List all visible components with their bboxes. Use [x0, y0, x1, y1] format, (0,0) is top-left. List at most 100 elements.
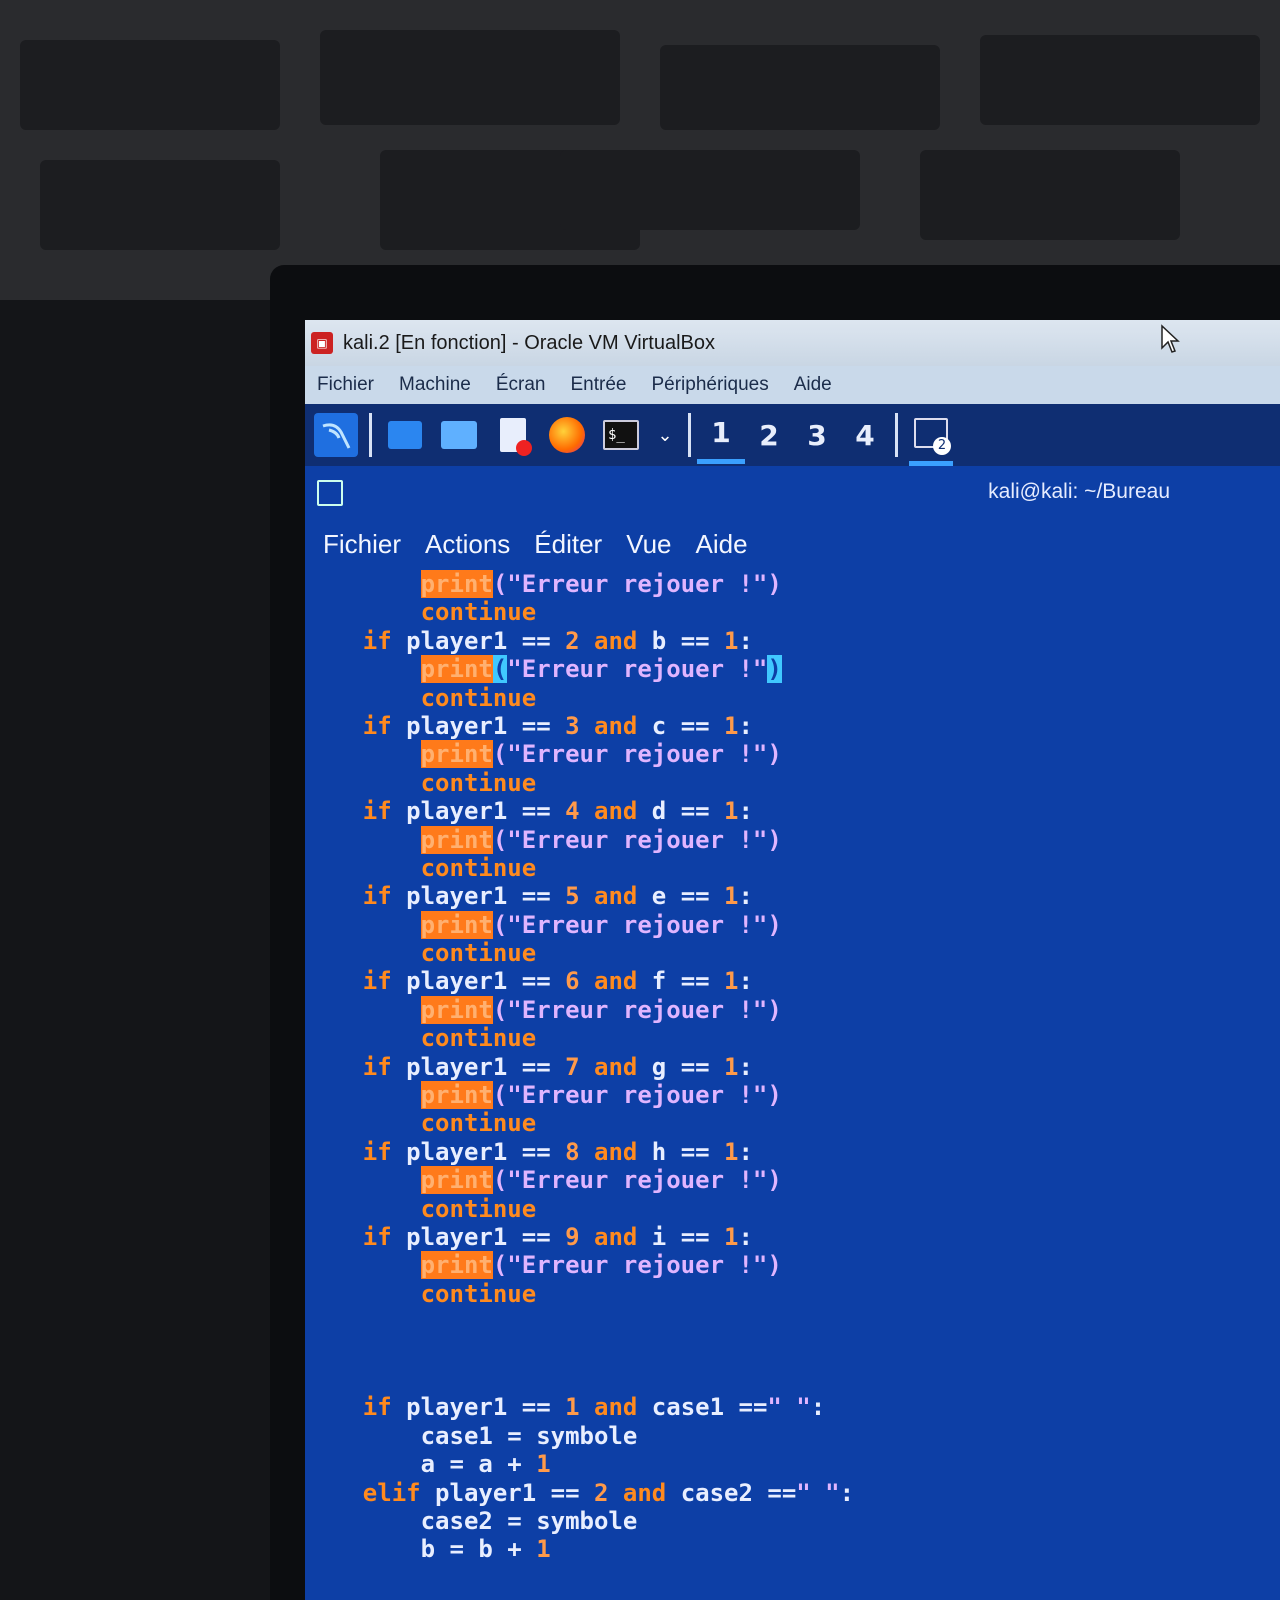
number-literal: 7: [565, 1052, 580, 1081]
print-keyword: print: [420, 1251, 493, 1280]
code-text: :: [738, 967, 753, 996]
code-line: print("Erreur rejouer !"): [305, 995, 1280, 1024]
number-literal: 8: [565, 1137, 580, 1166]
dropdown-icon[interactable]: ⌄: [653, 413, 677, 457]
term-menu-actions[interactable]: Actions: [425, 529, 510, 560]
code-text: :: [839, 1478, 855, 1507]
kali-menu-icon[interactable]: [314, 413, 358, 457]
number-literal: 1: [724, 711, 739, 740]
term-menu-editer[interactable]: Éditer: [534, 529, 602, 560]
code-text: player1 ==: [391, 1222, 566, 1251]
code-line: continue: [305, 1024, 1280, 1052]
if-keyword: if: [362, 1137, 392, 1166]
code-line: if player1 == 8 and h == 1:: [305, 1138, 1280, 1166]
code-text: player1 ==: [420, 1478, 594, 1507]
string-literal: ("Erreur rejouer !"): [492, 570, 782, 598]
menu-peripheriques[interactable]: Périphériques: [651, 374, 768, 396]
panel-separator: [688, 413, 691, 457]
text-editor-icon[interactable]: [491, 413, 535, 457]
code-line: if player1 == 5 and e == 1:: [305, 882, 1280, 910]
if-keyword: if: [362, 967, 392, 996]
number-literal: 4: [565, 797, 580, 826]
continue-keyword: continue: [420, 768, 537, 797]
code-text: :: [738, 626, 753, 655]
number-literal: 2: [565, 626, 580, 655]
code-line: print("Erreur rejouer !"): [305, 655, 1280, 684]
number-literal: 1: [724, 967, 739, 996]
code-line: if player1 == 2 and b == 1:: [305, 627, 1280, 655]
firefox-icon[interactable]: [545, 413, 589, 457]
desktop-icon[interactable]: [383, 413, 427, 457]
continue-keyword: continue: [420, 598, 537, 627]
string-literal: ("Erreur rejouer !"): [492, 1081, 782, 1110]
code-line: print("Erreur rejouer !"): [305, 1251, 1280, 1280]
code-text: player1 ==: [391, 1052, 566, 1081]
number-literal: 1: [724, 626, 739, 655]
code-line: continue: [305, 854, 1280, 882]
and-keyword: and: [579, 797, 652, 826]
term-menu-vue[interactable]: Vue: [626, 529, 671, 560]
code-text: :: [738, 797, 753, 826]
term-menu-aide[interactable]: Aide: [696, 529, 748, 560]
menu-entree[interactable]: Entrée: [570, 374, 626, 396]
number-literal: 1: [724, 1222, 739, 1251]
menu-fichier[interactable]: Fichier: [317, 374, 374, 396]
code-text: :: [738, 711, 753, 740]
workspace-2[interactable]: 2: [745, 406, 793, 464]
code-text: player1 ==: [391, 882, 566, 911]
print-keyword: print: [420, 1166, 493, 1195]
code-line: case1 = symbole: [305, 1422, 1280, 1450]
code-line: print("Erreur rejouer !"): [305, 825, 1280, 854]
string-literal: " ": [767, 1393, 811, 1422]
term-menu-fichier[interactable]: Fichier: [323, 529, 401, 560]
cursor-paren: (: [492, 655, 508, 684]
window-switcher-icon[interactable]: 2: [909, 405, 953, 466]
window-title: kali.2 [En fonction] - Oracle VM Virtual…: [343, 331, 716, 354]
code-line: b = b + 1: [305, 1535, 1280, 1563]
workspace-3[interactable]: 3: [793, 406, 841, 464]
string-literal: ("Erreur rejouer !"): [492, 740, 782, 769]
workspace-4[interactable]: 4: [841, 406, 889, 464]
code-text: b ==: [651, 626, 725, 655]
menu-ecran[interactable]: Écran: [496, 374, 546, 396]
code-text: a = a +: [420, 1450, 537, 1479]
menu-aide[interactable]: Aide: [794, 374, 832, 396]
code-text: c ==: [651, 711, 725, 740]
and-keyword: and: [579, 1052, 652, 1081]
code-line: if player1 == 3 and c == 1:: [305, 712, 1280, 740]
terminal-icon[interactable]: $_: [599, 413, 643, 457]
menu-machine[interactable]: Machine: [399, 374, 471, 396]
number-literal: 2: [593, 1478, 609, 1507]
virtualbox-titlebar: ▣ kali.2 [En fonction] - Oracle VM Virtu…: [305, 320, 1280, 366]
string-literal: "Erreur rejouer !": [507, 655, 768, 684]
print-keyword: print: [420, 570, 493, 598]
code-text: player1 ==: [391, 967, 566, 996]
workspace-1[interactable]: 1: [697, 406, 745, 464]
string-literal: " ": [796, 1478, 840, 1507]
code-line: print("Erreur rejouer !"): [305, 1081, 1280, 1110]
continue-keyword: continue: [420, 939, 537, 968]
if-keyword: if: [362, 1052, 392, 1081]
code-editor[interactable]: print("Erreur rejouer !") continue if pl…: [305, 570, 1280, 1600]
file-manager-icon[interactable]: [437, 413, 481, 457]
and-keyword: and: [579, 1137, 652, 1166]
code-line: continue: [305, 769, 1280, 797]
print-keyword: print: [420, 655, 493, 684]
code-line: print("Erreur rejouer !"): [305, 1166, 1280, 1195]
